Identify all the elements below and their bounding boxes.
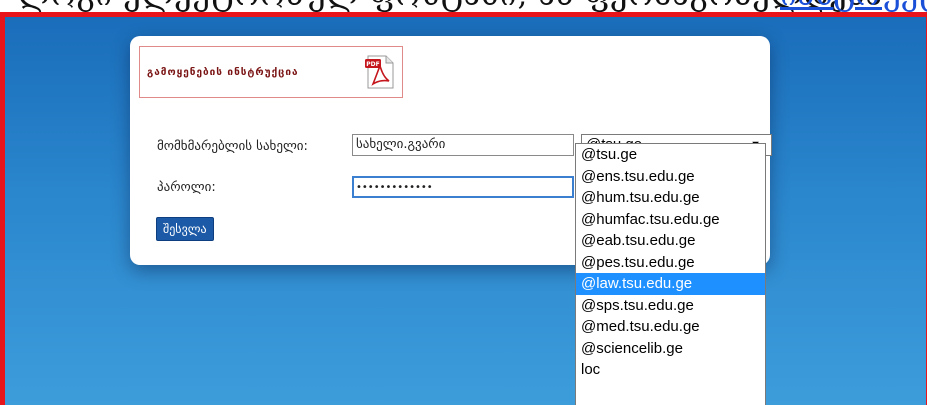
instructions-label[interactable]: გამოყენების ინსტრუქცია [147,67,299,78]
login-button[interactable]: შესვლა [156,217,214,241]
dropdown-option[interactable]: @sciencelib.ge [576,338,765,360]
pdf-document-icon[interactable]: PDF [364,54,396,90]
dropdown-option[interactable]: @law.tsu.edu.ge [576,273,765,295]
dropdown-option[interactable]: @sps.tsu.edu.ge [576,295,765,317]
domain-dropdown-list[interactable]: @tsu.ge @ens.tsu.edu.ge @hum.tsu.edu.ge @hu… [575,143,766,405]
dropdown-option[interactable]: loc [576,359,765,381]
svg-text:PDF: PDF [366,61,379,68]
dropdown-option[interactable]: @tsu.ge [576,144,765,166]
username-label: მომხმარებლის სახელი: [157,139,308,154]
username-field[interactable]: სახელი.გვარი [352,134,574,156]
dropdown-option[interactable]: @hum.tsu.edu.ge [576,187,765,209]
dropdown-option[interactable]: @pes.tsu.edu.ge [576,252,765,274]
password-value: ••••••••••••• [356,182,433,193]
password-field[interactable]: ••••••••••••• [352,176,574,198]
instructions-link-box[interactable]: გამოყენების ინსტრუქცია PDF [139,46,403,98]
login-background: გამოყენების ინსტრუქცია PDF მომხმარებლის … [5,17,926,405]
password-label: პაროლი: [157,180,216,195]
dropdown-option[interactable]: @eab.tsu.edu.ge [576,230,765,252]
dropdown-option[interactable]: @humfac.tsu.edu.ge [576,209,765,231]
dropdown-option[interactable]: @med.tsu.edu.ge [576,316,765,338]
dropdown-option[interactable]: @ens.tsu.edu.ge [576,166,765,188]
